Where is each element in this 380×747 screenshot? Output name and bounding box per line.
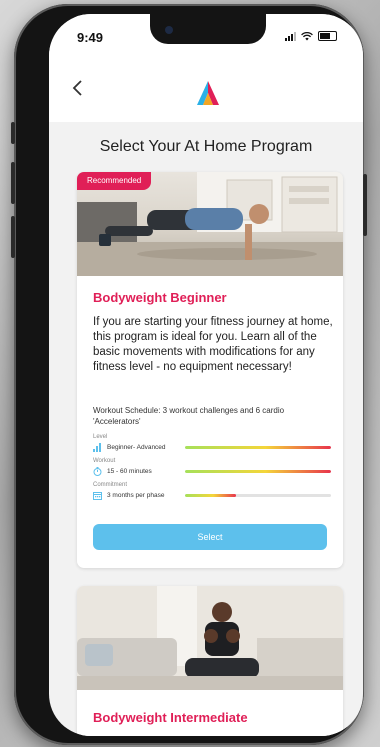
recommended-badge: Recommended <box>77 172 152 190</box>
program-card-beginner[interactable]: Recommended Bodyweight Beginner If you a… <box>77 172 343 568</box>
metric-value: Beginner- Advanced <box>107 444 166 451</box>
program-title: Bodyweight Intermediate <box>93 710 248 725</box>
program-image-intermediate <box>77 586 343 690</box>
workout-bar <box>185 470 331 473</box>
squat-photo-icon <box>77 586 343 690</box>
front-camera <box>165 26 173 34</box>
volume-up-button <box>11 162 15 204</box>
volume-down-button <box>11 216 15 258</box>
metric-level: Level Beginner- Advanced <box>93 434 331 456</box>
status-time: 9:49 <box>77 30 104 45</box>
app-screen: 9:49 Select Your At Home Program Recomme… <box>49 14 363 736</box>
timer-icon <box>93 467 102 476</box>
power-button <box>363 174 367 236</box>
level-bar <box>185 446 331 449</box>
nav-bar <box>49 60 363 122</box>
metric-value: 3 months per phase <box>107 492 165 499</box>
program-card-intermediate[interactable]: Bodyweight Intermediate <box>77 586 343 736</box>
page-title: Select Your At Home Program <box>99 138 313 155</box>
status-icons <box>285 31 337 41</box>
program-description: If you are starting your fitness journey… <box>93 316 333 373</box>
level-icon <box>93 443 101 452</box>
back-button[interactable] <box>71 78 91 102</box>
program-image-beginner: Recommended <box>77 172 343 276</box>
metric-workout: Workout 15 - 60 minutes <box>93 458 331 480</box>
metric-commitment: Commitment 3 months per phase <box>93 482 331 504</box>
calendar-icon <box>93 492 102 500</box>
program-title: Bodyweight Beginner <box>93 290 227 305</box>
metric-label: Level <box>93 434 108 440</box>
metric-value: 15 - 60 minutes <box>107 468 152 475</box>
wifi-icon <box>301 32 313 41</box>
commitment-bar <box>185 494 331 497</box>
battery-icon <box>318 31 337 41</box>
silent-switch <box>11 122 15 144</box>
chevron-left-icon <box>72 80 82 96</box>
workout-schedule: Workout Schedule: 3 workout challenges a… <box>93 406 285 426</box>
signal-icon <box>285 32 296 41</box>
metric-label: Workout <box>93 458 116 464</box>
metric-label: Commitment <box>93 482 128 488</box>
select-button[interactable]: Select <box>93 524 327 550</box>
app-logo-icon <box>197 81 219 105</box>
